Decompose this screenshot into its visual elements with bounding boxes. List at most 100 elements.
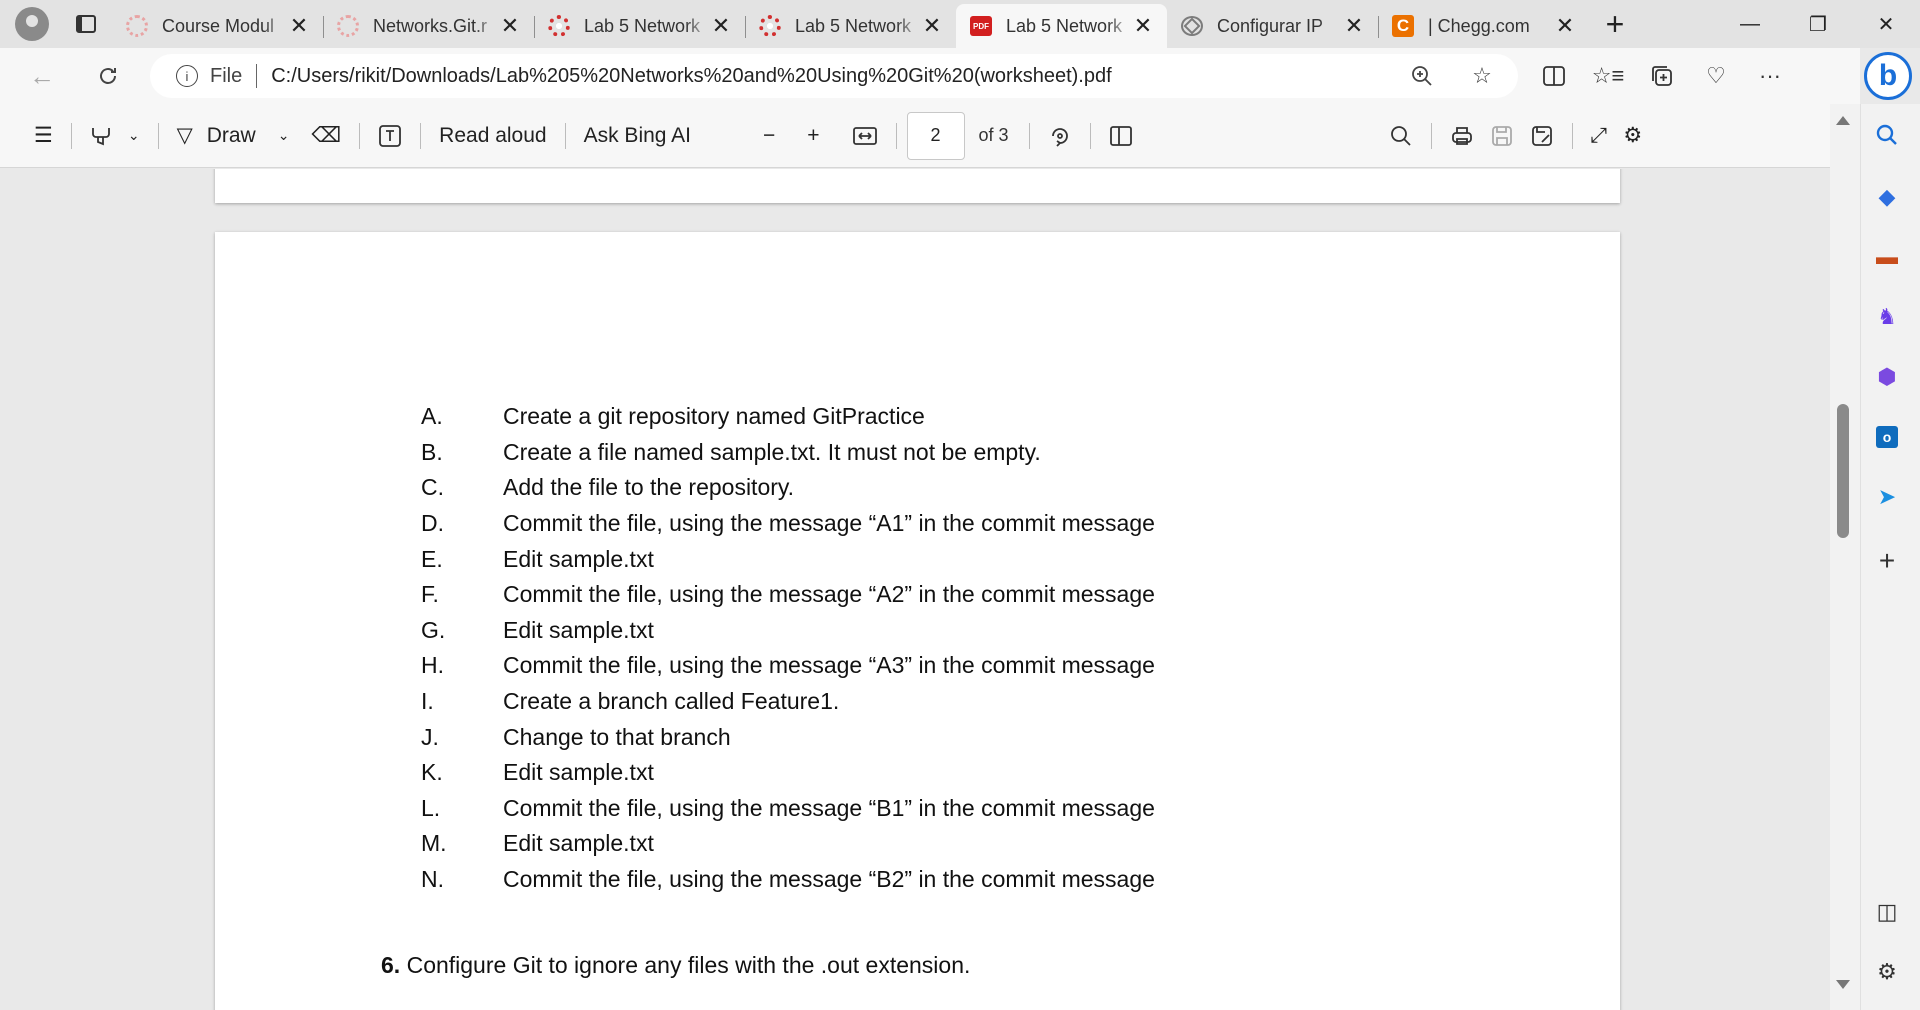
tab-title: Configurar IP (1217, 15, 1324, 36)
list-item: G. Edit sample.txt (421, 613, 1155, 649)
list-text: Create a branch called Feature1. (503, 688, 840, 715)
send-icon[interactable]: ➤ (1870, 480, 1904, 514)
site-info-icon[interactable]: i (176, 65, 198, 87)
list-item: E. Edit sample.txt (421, 541, 1155, 577)
table-of-contents-icon[interactable]: ☰ (26, 116, 61, 156)
tab-lab5-b[interactable]: Lab 5 Network ✕ (745, 6, 956, 46)
tab-chegg[interactable]: C | Chegg.com ✕ (1378, 6, 1589, 46)
list-item: H. Commit the file, using the message “A3… (421, 648, 1155, 684)
tab-title: Lab 5 Network (584, 15, 701, 36)
list-text: Change to that branch (503, 723, 731, 750)
fit-to-width-icon[interactable] (844, 116, 886, 156)
close-tab-icon[interactable]: ✕ (1344, 13, 1364, 39)
tab-actions-icon[interactable] (68, 6, 104, 42)
toolbar-separator (1430, 122, 1432, 149)
highlight-icon[interactable] (82, 116, 120, 156)
read-aloud-button[interactable]: Read aloud (431, 116, 554, 156)
list-letter: I. (421, 688, 434, 715)
scroll-up-icon[interactable] (1836, 116, 1850, 125)
page-view-icon[interactable] (1101, 116, 1141, 156)
erase-icon[interactable]: ⌫ (303, 116, 349, 156)
zoom-in-icon[interactable]: + (799, 116, 827, 156)
window-controls: — ❐ ✕ (1716, 0, 1920, 48)
list-text: Edit sample.txt (503, 545, 654, 572)
scroll-down-icon[interactable] (1836, 980, 1850, 989)
page-number-input[interactable]: 2 (906, 111, 965, 160)
tab-configurar-ip[interactable]: Configurar IP ✕ (1167, 6, 1378, 46)
save-as-icon[interactable] (1522, 116, 1562, 156)
previous-page (215, 169, 1620, 203)
list-letter: M. (421, 830, 447, 857)
bing-copilot-icon[interactable]: b (1864, 52, 1912, 100)
zoom-icon[interactable] (1406, 60, 1438, 92)
tab-networks-git[interactable]: Networks.Git.r ✕ (323, 6, 534, 46)
split-screen-icon[interactable] (1538, 60, 1570, 92)
fullscreen-icon[interactable]: ⤢ (1583, 116, 1616, 156)
list-item: L. Commit the file, using the message “B1… (421, 791, 1155, 827)
close-window-icon[interactable]: ✕ (1852, 0, 1920, 48)
list-text: Edit sample.txt (503, 830, 654, 857)
search-icon[interactable] (1381, 116, 1421, 156)
favorite-star-icon[interactable]: ☆ (1466, 60, 1498, 92)
chevron-down-icon[interactable]: ⌄ (120, 116, 148, 156)
close-tab-icon[interactable]: ✕ (289, 13, 309, 39)
toolbar-separator (420, 122, 422, 149)
sidebar-settings-gear-icon[interactable]: ⚙ (1870, 955, 1904, 989)
list-text: Create a git repository named GitPractic… (503, 403, 925, 430)
list-text: Commit the file, using the message “A1” … (503, 510, 1155, 537)
tab-title: | Chegg.com (1428, 15, 1530, 36)
add-sidebar-app-icon[interactable]: + (1870, 544, 1904, 578)
site-logo-icon (126, 15, 148, 37)
settings-more-icon[interactable]: ··· (1754, 60, 1786, 92)
scrollbar-thumb[interactable] (1837, 404, 1849, 538)
step-list: A. Create a git repository named GitPract… (421, 399, 1155, 897)
draw-button[interactable]: ▽ Draw ⌄ (169, 116, 298, 156)
refresh-icon[interactable] (88, 56, 128, 96)
ask-bing-button[interactable]: Ask Bing AI (576, 116, 699, 156)
url-text[interactable]: C:/Users/rikit/Downloads/Lab%205%20Netwo… (271, 65, 1111, 88)
address-bar[interactable]: i File C:/Users/rikit/Downloads/Lab%205%… (150, 54, 1518, 98)
toolbar-separator (564, 122, 566, 149)
tab-lab5-a[interactable]: Lab 5 Network ✕ (534, 6, 745, 46)
sidebar-search-icon[interactable] (1870, 118, 1904, 152)
favorites-icon[interactable]: ☆≡ (1592, 60, 1625, 92)
pdf-page: A. Create a git repository named GitPract… (215, 232, 1620, 1010)
print-icon[interactable] (1442, 116, 1482, 156)
rotate-icon[interactable] (1040, 116, 1080, 156)
pdf-viewer[interactable]: A. Create a git repository named GitPract… (0, 169, 1830, 1010)
tools-briefcase-icon[interactable]: ▬ (1870, 240, 1904, 274)
pdf-settings-gear-icon[interactable]: ⚙ (1615, 116, 1650, 156)
profile-avatar-icon[interactable] (12, 4, 52, 44)
toolbar-separator (70, 122, 72, 149)
list-letter: K. (421, 759, 443, 786)
list-letter: F. (421, 581, 439, 608)
games-chess-icon[interactable]: ♞ (1870, 300, 1904, 334)
scheme-label: File (210, 64, 243, 87)
close-tab-icon[interactable]: ✕ (711, 13, 731, 39)
list-item: B. Create a file named sample.txt. It mus… (421, 435, 1155, 471)
close-tab-icon[interactable]: ✕ (922, 13, 942, 39)
vertical-scrollbar[interactable] (1830, 104, 1860, 1010)
shopping-tag-icon[interactable]: ◆ (1870, 180, 1904, 214)
save-icon[interactable] (1482, 116, 1522, 156)
site-logo-icon (337, 15, 359, 37)
outlook-icon[interactable]: o (1870, 420, 1904, 454)
microsoft-365-icon[interactable]: ⬢ (1870, 360, 1904, 394)
tab-course-modules[interactable]: Course Modul ✕ (112, 6, 323, 46)
zoom-out-icon[interactable]: − (755, 116, 783, 156)
close-tab-icon[interactable]: ✕ (1555, 13, 1575, 39)
new-tab-button[interactable]: + (1595, 4, 1635, 44)
back-icon[interactable]: ← (22, 56, 62, 96)
minimize-icon[interactable]: — (1716, 0, 1784, 48)
browser-essentials-icon[interactable]: ♡ (1700, 60, 1732, 92)
collections-icon[interactable] (1646, 60, 1678, 92)
add-text-icon[interactable] (370, 116, 410, 156)
list-letter: G. (421, 616, 446, 643)
hide-sidebar-icon[interactable]: ◫ (1870, 895, 1904, 929)
restore-icon[interactable]: ❐ (1784, 0, 1852, 48)
list-text: Commit the file, using the message “A2” … (503, 581, 1155, 608)
close-tab-icon[interactable]: ✕ (500, 13, 520, 39)
close-tab-icon[interactable]: ✕ (1133, 13, 1153, 39)
tab-lab5-pdf[interactable]: PDF Lab 5 Network ✕ (956, 4, 1167, 48)
list-item: K. Edit sample.txt (421, 755, 1155, 791)
